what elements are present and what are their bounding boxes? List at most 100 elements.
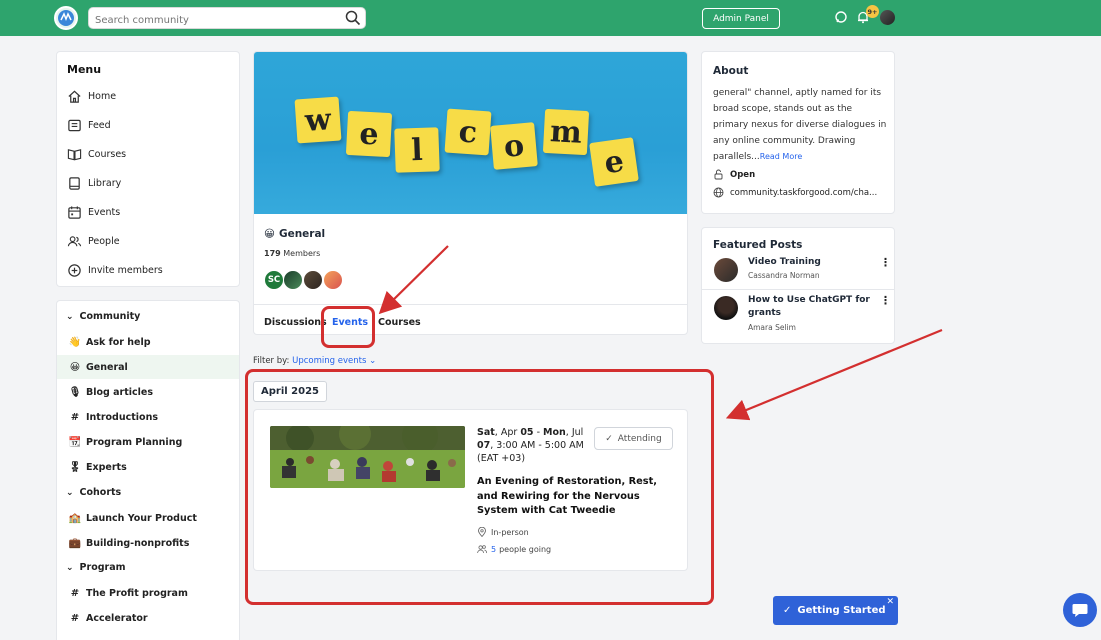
section-title: Program bbox=[79, 562, 126, 573]
member-avatar[interactable] bbox=[323, 270, 343, 290]
logo-icon bbox=[58, 10, 74, 26]
filter-dropdown[interactable]: Upcoming events ⌄ bbox=[292, 356, 376, 366]
search-box bbox=[88, 7, 366, 31]
book-open-icon bbox=[67, 148, 82, 160]
tab-discussions[interactable]: Discussions bbox=[264, 317, 327, 328]
group-card: w e l c o m e 😀 General 179 Members SC D… bbox=[253, 51, 688, 335]
menu-item-label: Feed bbox=[88, 119, 111, 131]
about-description: general" channel, aptly named for its br… bbox=[713, 88, 887, 162]
tabs-divider bbox=[254, 304, 687, 305]
plus-circle-icon bbox=[68, 263, 81, 277]
check-icon: ✓ bbox=[783, 605, 792, 616]
filter-value: Upcoming events bbox=[292, 356, 367, 366]
welcome-banner: w e l c o m e bbox=[254, 52, 687, 214]
top-bar: Admin Panel 9+ bbox=[0, 0, 1101, 36]
home-icon bbox=[68, 90, 81, 103]
menu-item-home[interactable]: Home bbox=[67, 86, 116, 106]
hash-icon: # bbox=[70, 411, 80, 423]
channel-launch-your-product[interactable]: 🏫 Launch Your Product bbox=[57, 506, 239, 530]
menu-item-label: Events bbox=[88, 206, 121, 218]
about-title: About bbox=[713, 65, 749, 77]
community-logo[interactable] bbox=[54, 6, 78, 30]
member-avatar[interactable] bbox=[303, 270, 323, 290]
channel-building-nonprofits[interactable]: 💼 Building-nonprofits bbox=[57, 531, 239, 555]
wave-icon: 👋 bbox=[68, 336, 82, 348]
section-title: Cohorts bbox=[79, 487, 122, 498]
tab-courses[interactable]: Courses bbox=[378, 317, 421, 328]
privacy-row: Open bbox=[713, 169, 755, 180]
member-avatar[interactable]: SC bbox=[264, 270, 284, 290]
channel-label: Experts bbox=[86, 461, 127, 473]
banner-tile: w bbox=[294, 96, 342, 144]
more-options-icon[interactable]: ⋮ bbox=[880, 294, 891, 307]
featured-posts-title: Featured Posts bbox=[713, 239, 803, 251]
author-avatar[interactable] bbox=[714, 296, 738, 320]
section-header-program[interactable]: ⌄ Program bbox=[66, 562, 126, 573]
section-header-cohorts[interactable]: ⌄ Cohorts bbox=[66, 487, 121, 498]
url-row[interactable]: community.taskforgood.com/cha... bbox=[713, 187, 877, 198]
chevron-down-icon: ⌄ bbox=[66, 562, 74, 573]
section-header-community[interactable]: ⌄ Community bbox=[66, 311, 140, 322]
user-avatar[interactable] bbox=[880, 10, 895, 25]
filter-label: Filter by: bbox=[253, 356, 290, 366]
menu-item-invite-members[interactable]: Invite members bbox=[67, 260, 163, 280]
channel-program-planning[interactable]: 📆 Program Planning bbox=[57, 430, 239, 454]
menu-item-courses[interactable]: Courses bbox=[67, 144, 126, 164]
channel-the-profit-program[interactable]: # The Profit program bbox=[57, 581, 239, 605]
annotation-highlight-event-list bbox=[245, 369, 714, 605]
post-title[interactable]: How to Use ChatGPT for grants bbox=[748, 294, 873, 320]
menu-item-library[interactable]: Library bbox=[67, 173, 121, 193]
notification-badge: 9+ bbox=[866, 5, 879, 18]
member-avatar[interactable] bbox=[283, 270, 303, 290]
menu-item-label: Courses bbox=[88, 148, 127, 160]
banner-tile: l bbox=[394, 127, 440, 173]
post-author[interactable]: Cassandra Norman bbox=[748, 271, 820, 280]
menu-item-label: Home bbox=[88, 90, 117, 102]
channel-label: The Profit program bbox=[86, 587, 188, 599]
channel-label: Program Planning bbox=[86, 436, 183, 448]
menu-item-label: Library bbox=[88, 177, 122, 189]
channel-experts[interactable]: 🎖 Experts bbox=[57, 455, 239, 479]
getting-started-button[interactable]: ✓ Getting Started ✕ bbox=[773, 596, 898, 625]
community-url: community.taskforgood.com/cha... bbox=[730, 187, 878, 198]
search-input[interactable] bbox=[89, 10, 329, 31]
channel-label: Accelerator bbox=[86, 612, 148, 624]
channel-ask-for-help[interactable]: 👋 Ask for help bbox=[57, 330, 239, 354]
channel-general[interactable]: 😀 General bbox=[57, 355, 239, 379]
close-icon[interactable]: ✕ bbox=[886, 597, 894, 607]
group-name: General bbox=[278, 228, 326, 240]
menu-item-people[interactable]: People bbox=[67, 231, 120, 251]
more-options-icon[interactable]: ⋮ bbox=[880, 256, 891, 269]
privacy-label: Open bbox=[730, 169, 756, 180]
post-title[interactable]: Video Training bbox=[748, 256, 873, 269]
channel-introductions[interactable]: # Introductions bbox=[57, 405, 239, 429]
briefcase-icon: 💼 bbox=[68, 537, 82, 549]
banner-tile: m bbox=[542, 108, 590, 156]
hash-icon: # bbox=[70, 587, 80, 599]
author-avatar[interactable] bbox=[714, 258, 738, 282]
chat-icon bbox=[1072, 604, 1088, 617]
lock-open-icon bbox=[714, 169, 723, 180]
menu-item-events[interactable]: Events bbox=[67, 202, 120, 222]
read-more-link[interactable]: Read More bbox=[760, 152, 802, 161]
chat-bubble-icon[interactable] bbox=[834, 10, 848, 24]
channel-accelerator[interactable]: # Accelerator bbox=[57, 606, 239, 630]
smile-icon: 😀 bbox=[264, 228, 275, 240]
channel-label: Building-nonprofits bbox=[86, 537, 190, 549]
post-divider bbox=[702, 289, 894, 290]
menu-title: Menu bbox=[67, 63, 102, 76]
chat-launcher-button[interactable] bbox=[1063, 593, 1097, 627]
channel-label: Launch Your Product bbox=[86, 512, 197, 524]
chevron-down-icon: ⌄ bbox=[66, 311, 74, 322]
section-title: Community bbox=[79, 311, 141, 322]
search-icon[interactable] bbox=[345, 10, 361, 26]
member-count[interactable]: 179 Members bbox=[264, 249, 320, 258]
group-title: 😀 General bbox=[264, 228, 325, 240]
hash-icon: # bbox=[70, 612, 80, 624]
menu-item-feed[interactable]: Feed bbox=[67, 115, 111, 135]
member-count-label: Members bbox=[283, 249, 321, 258]
channel-label: Introductions bbox=[86, 411, 158, 423]
post-author[interactable]: Amara Selim bbox=[748, 323, 796, 332]
admin-panel-button[interactable]: Admin Panel bbox=[702, 8, 780, 29]
channel-blog-articles[interactable]: 🎙 Blog articles bbox=[57, 380, 239, 404]
